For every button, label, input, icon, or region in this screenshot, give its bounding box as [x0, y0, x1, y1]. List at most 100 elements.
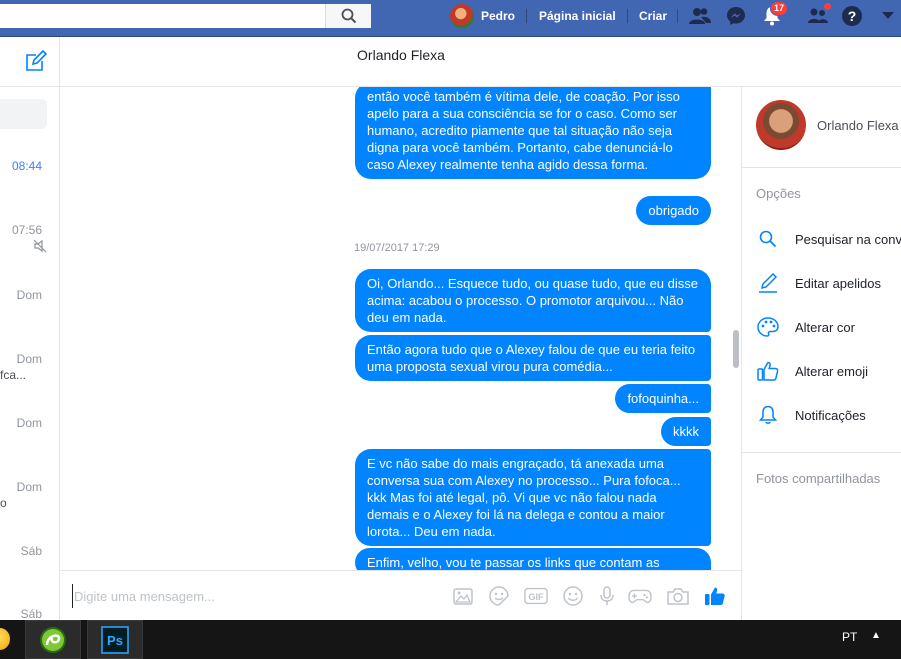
like-send-button[interactable] [703, 584, 727, 608]
option-edit-nicknames[interactable]: Editar apelidos [756, 271, 881, 295]
os-taskbar: Ps PT ▲ [0, 620, 901, 659]
thread-time[interactable]: 08:44 [12, 159, 42, 173]
message-bubble[interactable]: fofoquinha... [615, 384, 711, 413]
message-bubble[interactable]: obrigado [636, 196, 711, 225]
message-bubble[interactable]: E vc não sabe do mais engraçado, tá anex… [355, 449, 711, 546]
sticker-icon [489, 586, 509, 606]
account-menu-button[interactable] [876, 4, 900, 28]
option-change-emoji[interactable]: Alterar emoji [756, 359, 868, 383]
compose-icon [26, 49, 48, 71]
photo-button[interactable] [451, 584, 475, 608]
games-button[interactable] [628, 584, 652, 608]
conversation-list: 08:44 07:56 Dom Dom fca... Dom Dom o Sáb… [0, 37, 60, 621]
camera-button[interactable] [666, 584, 690, 608]
contact-name[interactable]: Orlando Flexa [817, 118, 899, 133]
conversation-search[interactable] [0, 99, 47, 129]
taskbar-app-dreamweaver[interactable] [25, 620, 81, 659]
message-thread: então você também é vítima dele, de coaç… [60, 87, 742, 570]
tray-expand-icon[interactable]: ▲ [871, 630, 881, 641]
profile-link[interactable]: Pedro [450, 4, 515, 28]
notifications-button[interactable]: 17 [760, 1, 788, 28]
muted-icon [33, 239, 47, 253]
notifications-badge: 17 [769, 1, 788, 16]
panel-divider [742, 452, 901, 453]
svg-text:?: ? [848, 8, 857, 24]
caret-down-icon [882, 12, 894, 19]
panel-divider [742, 167, 901, 168]
contact-avatar[interactable] [756, 100, 806, 150]
thread-snippet[interactable]: fca... [0, 368, 26, 382]
emoji-button[interactable] [561, 584, 585, 608]
create-link[interactable]: Criar [639, 4, 667, 28]
nav-divider [677, 9, 678, 23]
option-label: Alterar cor [795, 319, 855, 335]
thumbs-up-icon [756, 359, 780, 383]
photoshop-icon: Ps [101, 625, 129, 654]
search-input[interactable] [6, 7, 316, 25]
thread-snippet[interactable]: o [0, 496, 7, 510]
thumbs-up-icon [705, 587, 725, 605]
svg-text:GIF: GIF [528, 592, 544, 602]
thread-time[interactable]: Dom [17, 288, 42, 302]
conversation-info-panel: Orlando Flexa Opções Pesquisar na conver… [741, 87, 901, 620]
left-divider [0, 86, 60, 87]
camera-icon [667, 588, 689, 605]
messenger-icon [727, 7, 745, 25]
option-label: Alterar emoji [795, 363, 868, 379]
thread-time[interactable]: Dom [17, 352, 42, 366]
people-alert-dot [823, 2, 832, 11]
help-button[interactable]: ? [840, 4, 864, 28]
gif-button[interactable]: GIF [524, 584, 548, 608]
option-search-conversation[interactable]: Pesquisar na conversa [756, 227, 901, 251]
search-button[interactable] [325, 4, 371, 28]
message-bubble[interactable]: Então agora tudo que o Alexey falou de q… [355, 335, 711, 381]
messenger-button[interactable] [724, 4, 748, 28]
conversation-title[interactable]: Orlando Flexa [60, 47, 742, 63]
option-label: Notificações [795, 407, 866, 423]
thread-time[interactable]: Sáb [21, 607, 42, 621]
conversation-header: Orlando Flexa [60, 37, 901, 87]
search-icon [756, 227, 780, 251]
photo-icon [453, 588, 473, 605]
new-message-button[interactable] [24, 49, 48, 78]
message-bubble[interactable]: Oi, Orlando... Esquece tudo, ou quase tu… [355, 269, 711, 332]
option-notifications[interactable]: Notificações [756, 403, 866, 427]
option-change-color[interactable]: Alterar cor [756, 315, 855, 339]
app-swirl-icon [40, 626, 66, 653]
thread-time[interactable]: 07:56 [12, 223, 42, 237]
home-link[interactable]: Página inicial [539, 4, 616, 28]
message-bubble[interactable]: kkkk [661, 417, 711, 446]
question-icon: ? [842, 6, 862, 26]
voice-clip-button[interactable] [595, 584, 619, 608]
gamepad-icon [628, 589, 652, 604]
search-icon [341, 8, 356, 24]
options-header: Opções [756, 186, 801, 201]
thread-time[interactable]: Sáb [21, 544, 42, 558]
search-box[interactable] [0, 4, 371, 28]
messenger-window: Pedro Página inicial Criar 17 ? 08:44 07… [0, 0, 901, 659]
message-composer: GIF [60, 570, 742, 620]
quick-help-people-button[interactable] [806, 2, 832, 28]
thread-time[interactable]: Dom [17, 480, 42, 494]
option-label: Pesquisar na conversa [795, 231, 901, 247]
shared-photos-header[interactable]: Fotos compartilhadas [756, 471, 880, 486]
message-bubble[interactable]: Enfim, velho, vou te passar os links que… [355, 548, 711, 570]
palette-icon [756, 315, 780, 339]
option-label: Editar apelidos [795, 275, 881, 291]
start-orb-icon[interactable] [0, 628, 10, 650]
emoji-icon [563, 586, 583, 606]
friend-requests-button[interactable] [688, 4, 712, 28]
taskbar-app-photoshop[interactable]: Ps [87, 620, 143, 659]
microphone-icon [600, 586, 614, 605]
message-input[interactable] [72, 584, 402, 608]
thread-scrollbar[interactable] [733, 330, 739, 368]
sticker-button[interactable] [487, 584, 511, 608]
nav-divider [526, 9, 527, 23]
message-bubble[interactable]: então você também é vítima dele, de coaç… [355, 87, 711, 179]
friends-icon [689, 8, 711, 24]
user-avatar [450, 4, 474, 28]
input-language[interactable]: PT [842, 630, 857, 644]
user-name: Pedro [481, 9, 516, 23]
gif-icon: GIF [524, 587, 548, 605]
thread-time[interactable]: Dom [17, 416, 42, 430]
